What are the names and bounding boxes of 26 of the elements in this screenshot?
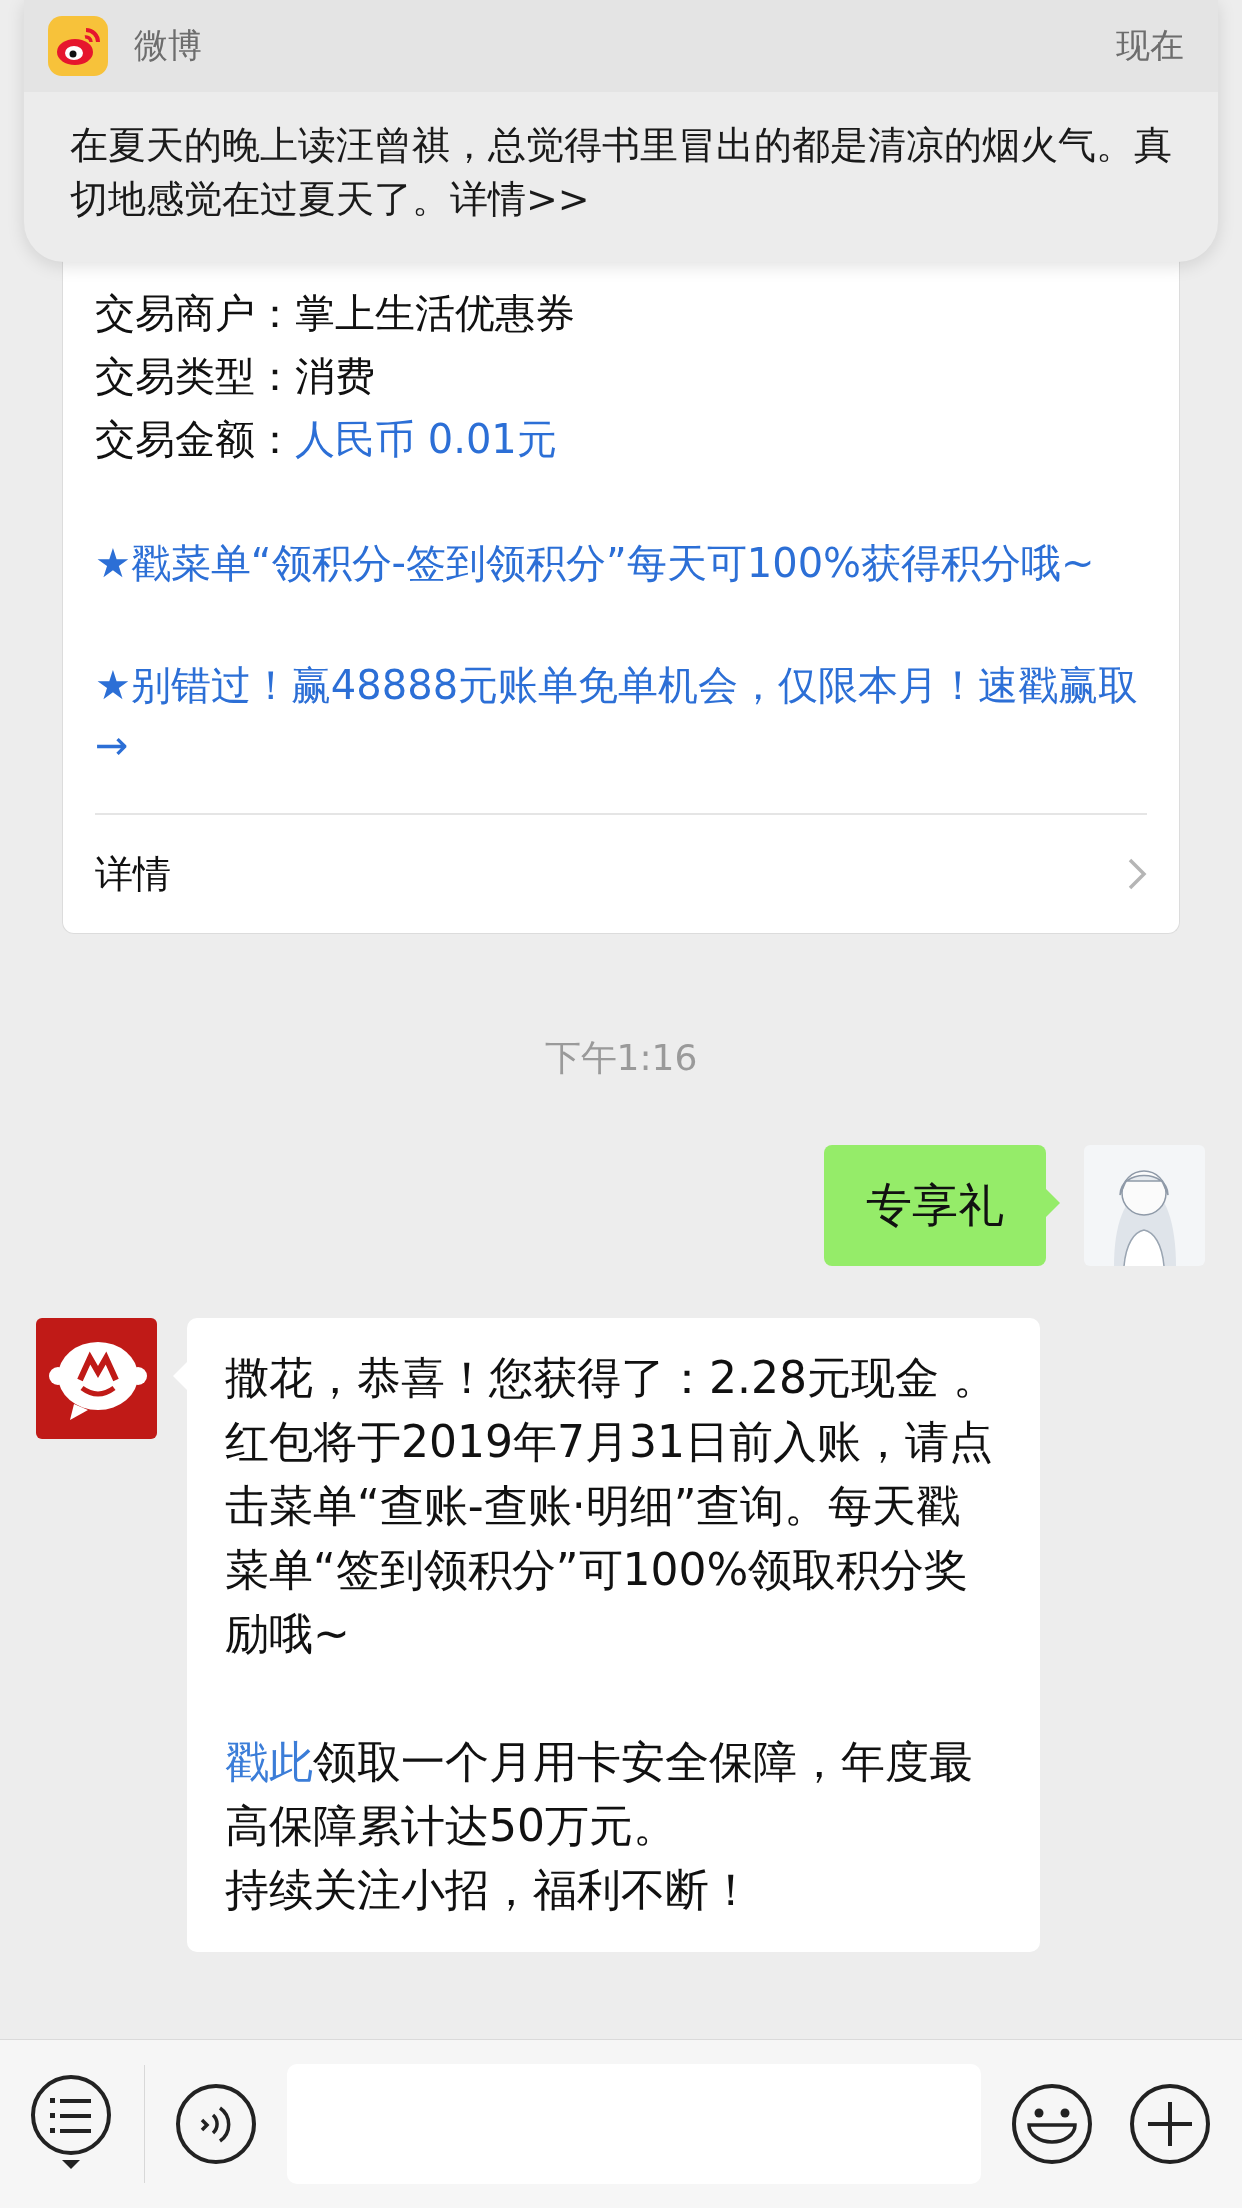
- emoji-icon[interactable]: [1011, 2083, 1093, 2165]
- promo-link[interactable]: ★别错过！赢48888元账单免单机会，仅限本月！速戳赢取→: [95, 655, 1147, 775]
- field-label: 交易金额：: [95, 415, 295, 464]
- add-icon[interactable]: [1129, 2083, 1211, 2165]
- voice-icon[interactable]: [175, 2083, 257, 2165]
- message-text: 撒花，恭喜！您获得了：2.28元现金 。红包将于2019年7月31日前入账，请点击菜单“查账-查账·明细”查询。每天戳菜单“签到领积分”可100%领取积分奖励哦~: [225, 1351, 998, 1661]
- bank-avatar[interactable]: [36, 1318, 157, 1439]
- message-text: 持续关注小招，福利不断！: [225, 1863, 754, 1917]
- app-name: 微博: [134, 24, 203, 67]
- message-link[interactable]: 戳此: [225, 1736, 313, 1787]
- field-value: 人民币 0.01元: [295, 415, 557, 464]
- field-value: 掌上生活优惠券: [295, 289, 575, 338]
- promo-link[interactable]: ★戳菜单“领积分-签到领积分”每天可100%获得积分哦~: [95, 533, 1147, 593]
- message-text: 戳此领取一个月用卡安全保障，年度最高保障累计达50万元。: [225, 1735, 974, 1853]
- details-link[interactable]: 详情: [95, 848, 171, 900]
- notification-time: 现在: [1116, 24, 1184, 67]
- app-logo-icon: [48, 16, 108, 76]
- message-bubble: 专享礼: [824, 1145, 1046, 1266]
- message-timestamp: 下午1:16: [544, 1036, 698, 1080]
- field-label: 交易商户：: [95, 289, 295, 338]
- notification-text: 在夏天的晚上读汪曾祺，总觉得书里冒出的都是清凉的烟火气。真切地感觉在过夏天了。详情>>: [69, 122, 1173, 223]
- notification-banner[interactable]: 微博 现在 在夏天的晚上读汪曾祺，总觉得书里冒出的都是清凉的烟火气。真切地感觉在过夏天了。详情>>: [24, 0, 1218, 262]
- field-label: 交易类型：: [95, 352, 295, 401]
- field-value: 消费: [295, 352, 375, 401]
- chevron-right-icon: [1127, 857, 1147, 891]
- bubble-tail: [1046, 1189, 1060, 1217]
